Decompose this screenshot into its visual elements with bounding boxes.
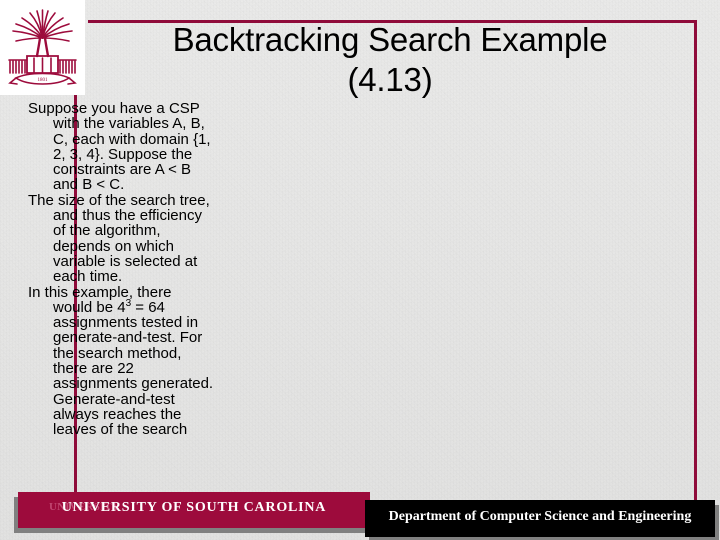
frame-rule-right (694, 20, 697, 507)
university-banner-label: UNIVERSITY OF SOUTH CAROLINA (61, 500, 327, 515)
university-banner: UNIVERSITY UNIVERSITY OF SOUTH CAROLINA (18, 492, 370, 528)
body-paragraph-3: In this example, there would be 43 = 64 … (28, 284, 214, 439)
slide-canvas: 1801 Backtracking Search Example (4.13) … (0, 0, 720, 540)
page-title-line-1: Backtracking Search Example (172, 21, 608, 58)
page-title-line-2: (4.13) (347, 61, 433, 98)
body-paragraph-2: The size of the search tree, and thus th… (28, 191, 210, 286)
department-banner-label: Department of Computer Science and Engin… (388, 509, 692, 524)
department-banner: Department of Computer Science and Engin… (365, 500, 715, 537)
seal-year-text: 1801 (38, 78, 49, 83)
palmetto-seal-icon: 1801 (8, 9, 77, 85)
university-seal-logo: 1801 (0, 0, 85, 95)
page-title: Backtracking Search Example (4.13) (90, 20, 690, 100)
body-text-column: Suppose you have a CSP with the variable… (28, 101, 214, 501)
body-paragraph-3-post: = 64 assignments tested in generate-and-… (53, 298, 214, 439)
body-paragraph-1: Suppose you have a CSP with the variable… (28, 101, 211, 194)
